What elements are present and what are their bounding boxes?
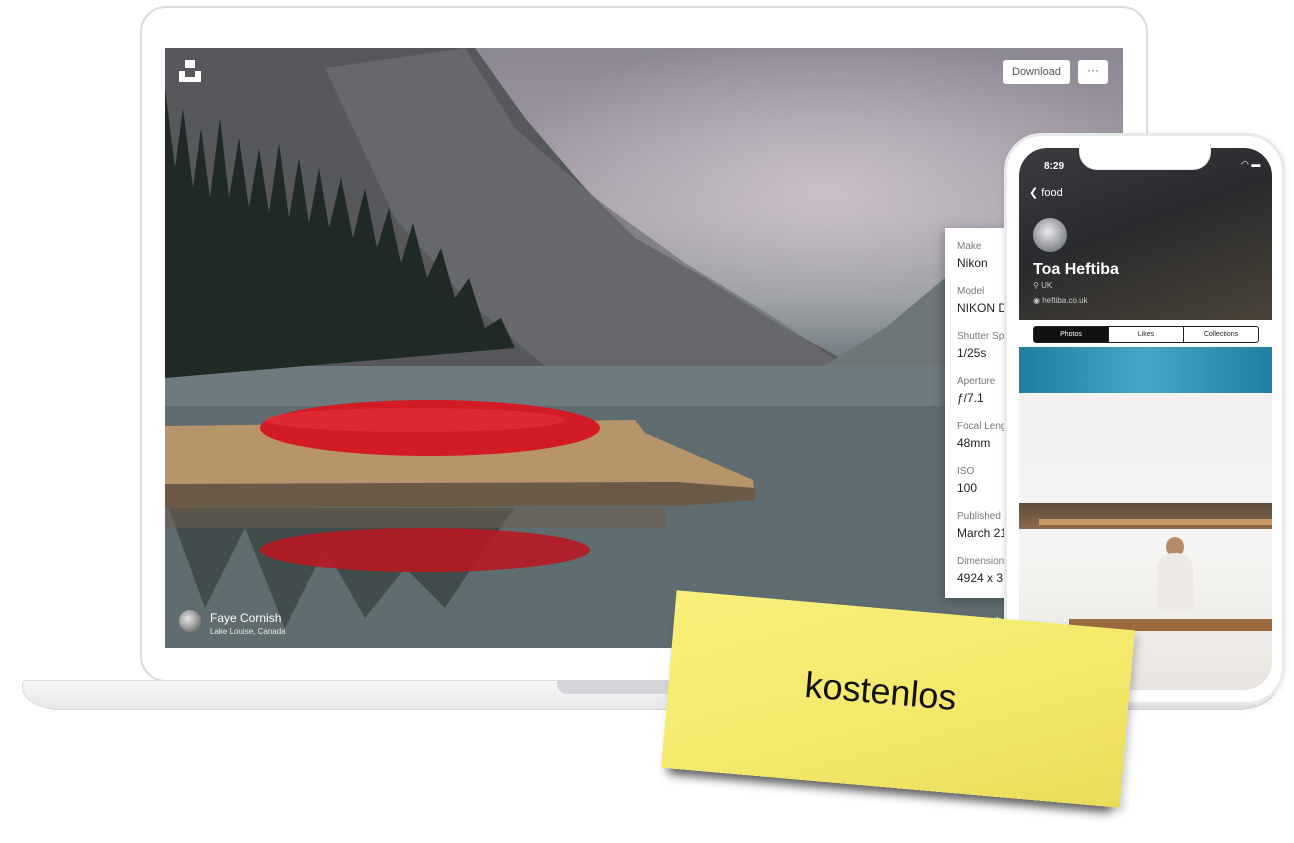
wifi-battery-icon: ◠ ▬ (1241, 159, 1261, 169)
info-model: Model NIKON D (957, 285, 1007, 317)
cafe-shelf-plank (1039, 519, 1272, 525)
info-aperture: Aperture ƒ/7.1 (957, 375, 995, 407)
info-value: 100 (957, 481, 978, 495)
location-pin-icon: ⚲ (1033, 281, 1039, 290)
info-label: Published (957, 511, 1001, 522)
profile-avatar (1033, 218, 1067, 252)
dock-reflection (165, 508, 665, 528)
photo-location: Lake Louise, Canada (210, 627, 286, 636)
info-label: ISO (957, 466, 975, 477)
more-options-button[interactable]: ··· (1078, 60, 1108, 84)
sticky-note-text: kostenlos (803, 663, 959, 719)
profile-header: 8:29 ◠ ▬ ❮ food Toa Heftiba ⚲ UK ◉ hefti… (1019, 148, 1272, 320)
chevron-left-icon: ❮ (1029, 187, 1039, 199)
phone-screen: 8:29 ◠ ▬ ❮ food Toa Heftiba ⚲ UK ◉ hefti… (1019, 148, 1272, 690)
photographer-name[interactable]: Faye Cornish (210, 611, 281, 625)
profile-name: Toa Heftiba (1033, 261, 1119, 278)
download-button[interactable]: Download (1003, 60, 1070, 84)
info-dimensions: Dimension 4924 x 3 (957, 555, 1004, 587)
canoe-highlight (265, 408, 565, 432)
laptop-screen: Download ··· Make Nikon Model NIKON D Sh… (165, 48, 1123, 648)
info-label: Aperture (957, 376, 996, 387)
info-value: Nikon (957, 256, 988, 270)
tab-likes[interactable]: Likes (1108, 327, 1183, 342)
profile-location: ⚲ UK (1033, 281, 1053, 290)
info-make: Make Nikon (957, 240, 988, 272)
info-label: Model (957, 286, 985, 297)
info-iso: ISO 100 (957, 465, 977, 497)
tab-photos[interactable]: Photos (1034, 327, 1108, 342)
info-shutter: Shutter Sp 1/25s (957, 330, 1004, 362)
back-button[interactable]: ❮ food (1029, 186, 1063, 199)
info-value: NIKON D (957, 301, 1008, 315)
info-label: Shutter Sp (957, 331, 1005, 342)
status-time: 8:29 (1044, 161, 1065, 172)
info-label: Focal Leng (957, 421, 1007, 432)
cafe-shelf (1019, 503, 1272, 529)
info-label: Dimension (957, 556, 1005, 567)
info-published: Published March 21 (957, 510, 1007, 542)
globe-icon: ◉ (1033, 296, 1040, 305)
dock-edge (165, 482, 755, 508)
info-value: 48mm (957, 436, 991, 450)
profile-website[interactable]: ◉ heftiba.co.uk (1033, 296, 1088, 305)
info-value: 4924 x 3 (957, 571, 1004, 585)
back-label: food (1041, 187, 1063, 199)
info-value: 1/25s (957, 346, 987, 360)
canoe-reflection (260, 528, 590, 572)
cafe-blue-band (1019, 347, 1272, 393)
cafe-person (1157, 553, 1193, 611)
info-value: March 21 (957, 526, 1008, 540)
unsplash-logo[interactable] (179, 60, 201, 82)
phone-notch (1079, 144, 1211, 170)
profile-tabs: Photos Likes Collections (1033, 326, 1259, 343)
info-label: Make (957, 241, 982, 252)
tab-collections[interactable]: Collections (1183, 327, 1258, 342)
info-value: ƒ/7.1 (957, 391, 984, 405)
info-focal-length: Focal Leng 48mm (957, 420, 1006, 452)
photographer-avatar[interactable] (179, 610, 201, 632)
